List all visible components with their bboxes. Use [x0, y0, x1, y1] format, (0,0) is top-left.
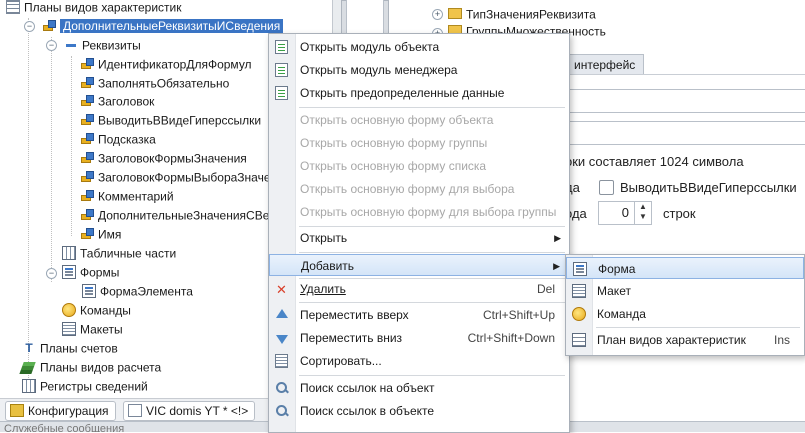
delete-icon: [275, 279, 289, 301]
length-hint-text: оки составляет 1024 символа: [565, 154, 744, 169]
menu-item-open-object-module[interactable]: Открыть модуль объекта: [269, 36, 569, 58]
form-icon: [62, 264, 76, 279]
menu-item-open-predefined-data[interactable]: Открыть предопределенные данные: [269, 82, 569, 104]
attribute-icon: [80, 151, 94, 165]
register-icon: [22, 378, 36, 393]
tree-item-rekvizity[interactable]: Реквизиты: [64, 36, 141, 55]
menu-item-move-down[interactable]: Переместить вниз Ctrl+Shift+Down: [269, 327, 569, 349]
tree-item-dop-rekvizity[interactable]: ДополнительныеРеквизитыИСведения: [42, 17, 284, 36]
menu-item-open-manager-module[interactable]: Открыть модуль менеджера: [269, 59, 569, 81]
command-icon: [62, 302, 76, 317]
tree-item-attribute[interactable]: Подсказка: [80, 130, 156, 149]
window-icon: [128, 404, 142, 418]
menu-item-find-references-to-object[interactable]: Поиск ссылок на объект: [269, 377, 569, 399]
hyperlink-checkbox-label: ВыводитьВВидеГиперссылки: [620, 180, 797, 195]
table-icon: [62, 245, 76, 260]
text-field[interactable]: [565, 121, 805, 145]
tree-item-attribute[interactable]: ДополнительныеЗначенияСВесо: [80, 206, 282, 225]
attribute-icon: [80, 76, 94, 90]
menu-item-open-main-group-form[interactable]: Открыть основную форму группы: [269, 132, 569, 154]
tree-item-attribute[interactable]: ИдентификаторДляФормул: [80, 55, 252, 74]
form-icon: [573, 262, 587, 276]
submenu-item-command[interactable]: Команда: [566, 303, 804, 325]
submenu-arrow-icon: ▶: [553, 261, 560, 271]
attribute-icon: [80, 94, 94, 108]
tree-item-info-registers[interactable]: Регистры сведений: [22, 377, 148, 396]
menu-item-open-main-list-form[interactable]: Открыть основную форму списка: [269, 155, 569, 177]
collapse-toggle[interactable]: −: [24, 21, 35, 32]
tree-item-commands[interactable]: Команды: [62, 301, 131, 320]
tree-item-plany-vidov-harakteristik[interactable]: Планы видов характеристик: [6, 0, 181, 17]
tab-interface[interactable]: интерфейс: [565, 54, 645, 75]
tab-configuration[interactable]: Конфигурация: [5, 401, 116, 421]
accounts-icon: T: [25, 340, 33, 355]
context-menu: Открыть модуль объекта Открыть модуль ме…: [268, 33, 570, 433]
attribute-icon: [80, 227, 94, 241]
menu-item-add[interactable]: Добавить ▶: [269, 254, 569, 276]
tree-item-attribute[interactable]: ЗаполнятьОбязательно: [80, 74, 229, 93]
spin-arrows[interactable]: ▲ ▼: [634, 202, 651, 224]
module-icon: [275, 63, 288, 77]
layers-icon: [22, 360, 36, 374]
menu-item-delete[interactable]: УдалитьDel: [269, 278, 569, 301]
tree-item-form-element[interactable]: ФормаЭлемента: [82, 282, 193, 301]
find-icon: [275, 381, 289, 395]
template-icon: [572, 284, 586, 298]
predefined-icon: [275, 86, 288, 100]
text-field[interactable]: [565, 89, 805, 113]
menu-item-open-main-object-form[interactable]: Открыть основную форму объекта: [269, 109, 569, 131]
submenu-arrow-icon: ▶: [554, 233, 561, 243]
attribute-icon: [80, 170, 94, 184]
tree-item-attribute[interactable]: ВыводитьВВидеГиперссылки: [80, 111, 261, 130]
tree-item-chart-of-accounts[interactable]: T Планы счетов: [22, 339, 117, 358]
arrow-up-icon: [275, 308, 289, 322]
tree-item-attribute[interactable]: ЗаголовокФормыЗначения: [80, 149, 247, 168]
menu-item-open-main-group-choice-form[interactable]: Открыть основную форму для выбора группы: [269, 201, 569, 223]
find-icon: [275, 404, 289, 418]
tree-item-templates[interactable]: Макеты: [62, 320, 123, 339]
attribute-icon: [80, 189, 94, 203]
grid-icon: [572, 333, 586, 347]
menu-item-open[interactable]: Открыть ▶: [269, 227, 569, 249]
attribute-icon: [80, 208, 94, 222]
module-icon: [275, 40, 288, 54]
hyperlink-checkbox[interactable]: [599, 180, 614, 195]
tree-item-tabular-sections[interactable]: Табличные части: [62, 244, 176, 263]
lines-spinner[interactable]: 0 ▲ ▼: [598, 201, 652, 225]
menu-item-sort[interactable]: Сортировать...: [269, 350, 569, 372]
tab-database[interactable]: VIC domis YT * <!>: [123, 401, 256, 421]
template-icon: [62, 321, 76, 336]
attribute-icon: [80, 113, 94, 127]
collapse-toggle[interactable]: −: [46, 40, 57, 51]
submenu-item-template[interactable]: Макет: [566, 280, 804, 302]
form-icon: [82, 283, 96, 298]
attribute-icon: [80, 132, 94, 146]
spin-value: 0: [621, 205, 629, 220]
lines-unit-label: строк: [663, 206, 696, 221]
configuration-icon: [10, 404, 24, 418]
folder-icon: [448, 8, 462, 20]
attribute-icon: [80, 57, 94, 71]
tree-item-attribute[interactable]: ЗаголовокФормыВыбораЗначен: [80, 168, 277, 187]
tree-item-calculation-types[interactable]: Планы видов расчета: [22, 358, 161, 377]
add-submenu: Форма Макет Команда План видов характери…: [565, 254, 805, 356]
grid-icon: [6, 0, 20, 14]
submenu-item-form[interactable]: Форма: [566, 257, 804, 279]
sort-icon: [275, 354, 288, 368]
expand-toggle[interactable]: +: [432, 9, 443, 20]
tree-item-attribute[interactable]: Имя: [80, 225, 121, 244]
attribute-group-icon: [64, 38, 78, 52]
command-icon: [572, 307, 586, 321]
tree-item-forms[interactable]: Формы: [62, 263, 119, 282]
key-icon: [42, 19, 56, 33]
menu-item-find-references-in-object[interactable]: Поиск ссылок в объекте: [269, 400, 569, 422]
menu-item-open-main-choice-form[interactable]: Открыть основную форму для выбора: [269, 178, 569, 200]
menu-item-move-up[interactable]: Переместить вверх Ctrl+Shift+Up: [269, 304, 569, 326]
submenu-item-characteristic-types-plan[interactable]: План видов характеристик Ins: [566, 329, 804, 351]
tree-item-attribute[interactable]: Заголовок: [80, 92, 154, 111]
arrow-down-icon: [275, 331, 289, 345]
collapse-toggle[interactable]: −: [46, 268, 57, 279]
tree-item-attribute[interactable]: Комментарий: [80, 187, 174, 206]
